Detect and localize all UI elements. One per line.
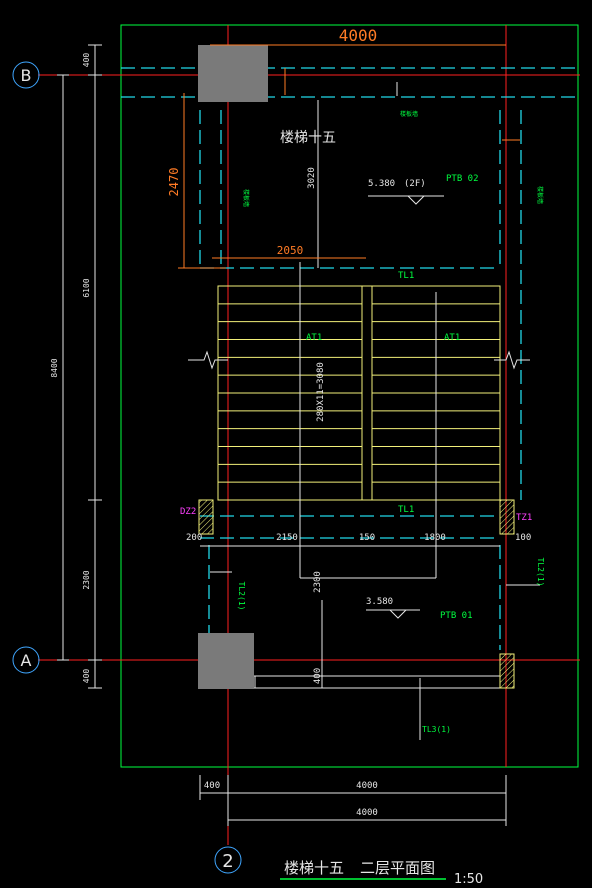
drawing-title: 楼梯十五 <box>284 859 344 877</box>
break-symbols <box>188 350 530 370</box>
label-at1-right: AT1 <box>444 333 460 343</box>
column-a-right <box>499 653 515 689</box>
column-bottom <box>198 633 254 689</box>
drawing-subtitle: 二层平面图 <box>360 859 435 877</box>
note-wall-left: 楼板墙 <box>242 189 250 207</box>
dimension-lines <box>57 44 540 826</box>
label-tl1-top: TL1 <box>398 271 414 281</box>
axis-label-2: 2 <box>222 851 233 872</box>
level-lower: 3.580 <box>366 597 393 607</box>
dim-top-width: 4000 <box>339 26 378 45</box>
column-dz2 <box>198 499 214 535</box>
dim-150: 150 <box>359 533 375 543</box>
dim-200: 200 <box>186 533 202 543</box>
grid-lines <box>38 25 580 845</box>
level-upper: 5.380 <box>368 179 395 189</box>
room-label: 楼梯十五 <box>280 130 336 146</box>
label-tl1-bot: TL1 <box>398 505 414 515</box>
note-wall-top: 楼板墙 <box>400 110 418 118</box>
dim-8400: 8400 <box>50 358 59 377</box>
column-top <box>198 45 268 102</box>
label-tl2-left: TL2(1) <box>237 582 246 611</box>
dim-2470: 2470 <box>167 168 181 197</box>
stair-treads <box>218 303 500 483</box>
dim-3020: 3020 <box>307 167 317 189</box>
label-tl3: TL3(1) <box>422 725 451 734</box>
dim-1800: 1800 <box>424 533 446 543</box>
dim-2300: 2300 <box>82 570 91 589</box>
lower-beam <box>254 675 501 689</box>
label-tz1: TZ1 <box>516 513 532 523</box>
axis-label-b: B <box>21 66 32 85</box>
label-ptb02: PTB 02 <box>446 174 479 184</box>
label-ptb01: PTB 01 <box>440 611 473 621</box>
dim-100: 100 <box>515 533 531 543</box>
axis-label-a: A <box>21 651 32 670</box>
label-dz2: DZ2 <box>180 507 196 517</box>
drawing-scale: 1:50 <box>454 872 483 887</box>
dim-400-top: 400 <box>82 53 91 68</box>
dim-bot-4000a: 4000 <box>356 781 378 791</box>
dim-6100: 6100 <box>82 278 91 297</box>
dim-2050: 2050 <box>277 244 304 257</box>
wall-lines <box>121 67 578 650</box>
dim-stair-run: 280X11=3080 <box>316 362 326 422</box>
axis-markers <box>12 61 242 874</box>
column-tz1 <box>499 499 515 535</box>
dim-bot-4000b: 4000 <box>356 808 378 818</box>
dim-mid-400: 400 <box>313 668 323 684</box>
label-at1-left: AT1 <box>306 333 322 343</box>
dim-mid-2300: 2300 <box>313 571 323 593</box>
dim-bot-400: 400 <box>204 781 220 791</box>
label-tl2-right: TL2(1) <box>536 558 545 587</box>
note-wall-right: 楼板墙 <box>536 186 544 204</box>
level-upper-tag: (2F) <box>404 179 426 189</box>
dim-400-bot: 400 <box>82 669 91 684</box>
floor-plan-drawing: B A 2 楼梯十五 二层平面图 1:50 楼梯十五 4000 2470 205… <box>12 24 580 887</box>
dim-2150: 2150 <box>276 533 298 543</box>
